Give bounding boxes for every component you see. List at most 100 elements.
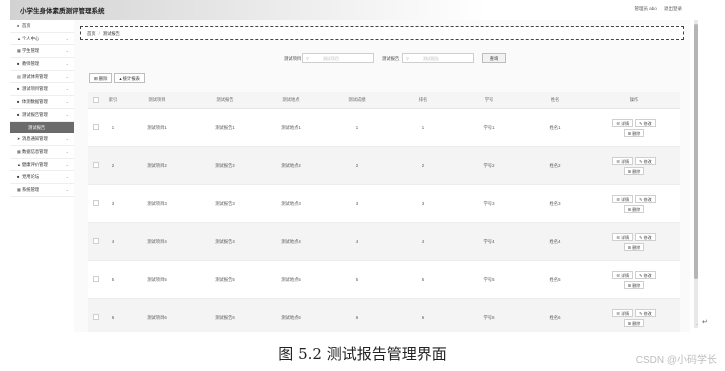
cell-name: 姓名4: [522, 222, 588, 261]
select-all-checkbox[interactable]: [93, 96, 99, 103]
detail-button[interactable]: ☰ 详情: [612, 194, 634, 203]
row-select-cell: [88, 298, 104, 332]
delete-button[interactable]: ⊞ 删除: [623, 204, 645, 213]
stats-report-button[interactable]: ▴ 统计报表: [114, 73, 145, 83]
delete-button[interactable]: ⊞ 删除: [623, 242, 645, 251]
edit-button-label: 修改: [643, 272, 652, 278]
cell-sno: 学号4: [456, 222, 522, 261]
chevron-down-icon: ⌄: [65, 111, 69, 117]
row-checkbox[interactable]: [93, 200, 99, 206]
delete-button[interactable]: ⊞ 删除: [623, 280, 645, 289]
scrollbar-thumb[interactable]: [694, 24, 698, 279]
search-input-item[interactable]: ⚲ 测试项目: [302, 53, 374, 63]
cell-sno: 学号6: [456, 298, 522, 332]
sidebar-item-7[interactable]: ■ 测试报告管理 ⌄: [10, 109, 74, 122]
search-label-report: 测试报告: [382, 56, 400, 61]
sidebar-item-11[interactable]: ▲健康评价管理 ⌄: [10, 159, 74, 172]
cell-idx: 6: [104, 298, 122, 332]
column-header: 测试项目: [122, 92, 192, 109]
detail-button-label: 详情: [621, 120, 630, 126]
row-select-cell: [88, 108, 104, 147]
edit-button[interactable]: ✎ 修改: [635, 194, 656, 203]
select-all-header[interactable]: [88, 92, 104, 109]
sidebar-item-5[interactable]: ■ 测试项目管理 ⌄: [10, 83, 74, 97]
detail-button-label: 详情: [621, 196, 630, 202]
edit-button-label: 修改: [643, 158, 652, 164]
sidebar-item-3[interactable]: ■ 教师管理 ⌄: [10, 58, 74, 71]
cell-score: 3: [324, 184, 390, 223]
sidebar-item-2[interactable]: ▦学生管理 ⌄: [10, 45, 74, 59]
breadcrumb-home[interactable]: 首页: [87, 31, 96, 36]
cell-score: 5: [324, 260, 390, 299]
row-checkbox[interactable]: [93, 238, 99, 244]
cell-place: 测试地点2: [258, 146, 324, 185]
cell-report: 测试报告4: [192, 222, 258, 261]
cell-item: 测试项目4: [122, 222, 192, 261]
operations-cell: ☰ 详情 ✎ 修改 ⊞ 删除: [588, 184, 680, 223]
detail-button[interactable]: ☰ 详情: [612, 270, 634, 279]
search-label-item: 测试项目: [284, 56, 302, 61]
stats-report-label: 统计报表: [122, 76, 140, 81]
edit-button-label: 修改: [643, 196, 652, 202]
row-checkbox[interactable]: [93, 314, 99, 320]
vertical-scrollbar[interactable]: [694, 20, 698, 328]
cell-idx: 5: [104, 260, 122, 299]
row-checkbox[interactable]: [93, 124, 99, 130]
sidebar-item-10[interactable]: ▦数据信息管理 ⌄: [10, 146, 74, 159]
op-row-bottom: ⊞ 删除: [589, 166, 679, 176]
column-header: 姓名: [522, 92, 588, 109]
cell-idx: 3: [104, 184, 122, 223]
cell-item: 测试项目2: [122, 146, 192, 185]
chevron-down-icon: ⌄: [65, 73, 69, 79]
sidebar-item-12[interactable]: ■ 党用论坛 ⌄: [10, 171, 74, 184]
operations-cell: ☰ 详情 ✎ 修改 ⊞ 删除: [588, 222, 680, 261]
cell-name: 姓名1: [522, 108, 588, 147]
main-content: 首页 / 测试报告 测试项目 ⚲ 测试项目 测试报告 ⚲ 测试报告 查询 ⊞ 删除 ▴ 统…: [74, 20, 690, 332]
cell-idx: 4: [104, 222, 122, 261]
column-header: 测试地点: [258, 92, 324, 109]
sidebar-item-4[interactable]: ▤测试体育管理 ⌄: [10, 71, 74, 84]
op-row-top: ☰ 详情 ✎ 修改: [589, 118, 679, 128]
edit-button[interactable]: ✎ 修改: [635, 118, 656, 127]
edit-button[interactable]: ✎ 修改: [635, 270, 656, 279]
batch-delete-button[interactable]: ⊞ 删除: [89, 73, 113, 83]
detail-button[interactable]: ☰ 详情: [612, 308, 634, 317]
delete-button[interactable]: ⊞ 删除: [623, 166, 645, 175]
delete-button[interactable]: ⊞ 删除: [623, 318, 645, 327]
sidebar-item-0[interactable]: ♠ 首页: [10, 20, 74, 33]
chevron-down-icon: ⌄: [65, 99, 69, 105]
search-bar: 测试项目 ⚲ 测试项目 测试报告 ⚲ 测试报告 查询: [74, 53, 690, 65]
column-header: 学号: [456, 92, 522, 109]
cell-rank: 6: [390, 298, 456, 332]
logout-link[interactable]: 退出登录: [664, 6, 682, 11]
sidebar-item-13[interactable]: ▦系统管理 ⌄: [10, 184, 74, 197]
edit-button-label: 修改: [643, 234, 652, 240]
sidebar-subitem-report[interactable]: 测试报告: [10, 121, 74, 134]
delete-button-label: 删除: [632, 206, 641, 212]
sidebar-item-6[interactable]: ■ 体测数据管理 ⌄: [10, 96, 74, 109]
detail-button[interactable]: ☰ 详情: [612, 156, 634, 165]
sidebar-item-label: 测试体育管理: [22, 73, 48, 79]
watermark: CSDN @小码学长: [635, 355, 717, 366]
row-checkbox[interactable]: [93, 162, 99, 168]
detail-button[interactable]: ☰ 详情: [612, 118, 634, 127]
sidebar-item-1[interactable]: ▲个人中心 ⌄: [10, 33, 74, 46]
sidebar-item-9[interactable]: ➤ 消息通知管理 ⌄: [10, 133, 74, 146]
edit-button[interactable]: ✎ 修改: [635, 308, 656, 317]
row-checkbox[interactable]: [93, 276, 99, 282]
edit-button[interactable]: ✎ 修改: [635, 156, 656, 165]
chevron-down-icon: ⌄: [65, 186, 69, 192]
chevron-down-icon: ⌄: [65, 136, 69, 142]
cell-report: 测试报告2: [192, 146, 258, 185]
query-button[interactable]: 查询: [482, 53, 506, 63]
op-row-top: ☰ 详情 ✎ 修改: [589, 270, 679, 280]
search-input-report[interactable]: ⚲ 测试报告: [402, 53, 474, 63]
cell-item: 测试项目3: [122, 184, 192, 223]
user-label: 管理员 abo: [634, 6, 657, 11]
delete-button[interactable]: ⊞ 删除: [623, 128, 645, 137]
detail-button[interactable]: ☰ 详情: [612, 232, 634, 241]
edit-button[interactable]: ✎ 修改: [635, 232, 656, 241]
cell-idx: 2: [104, 146, 122, 185]
column-header: 操作: [588, 92, 680, 109]
cell-rank: 4: [390, 222, 456, 261]
